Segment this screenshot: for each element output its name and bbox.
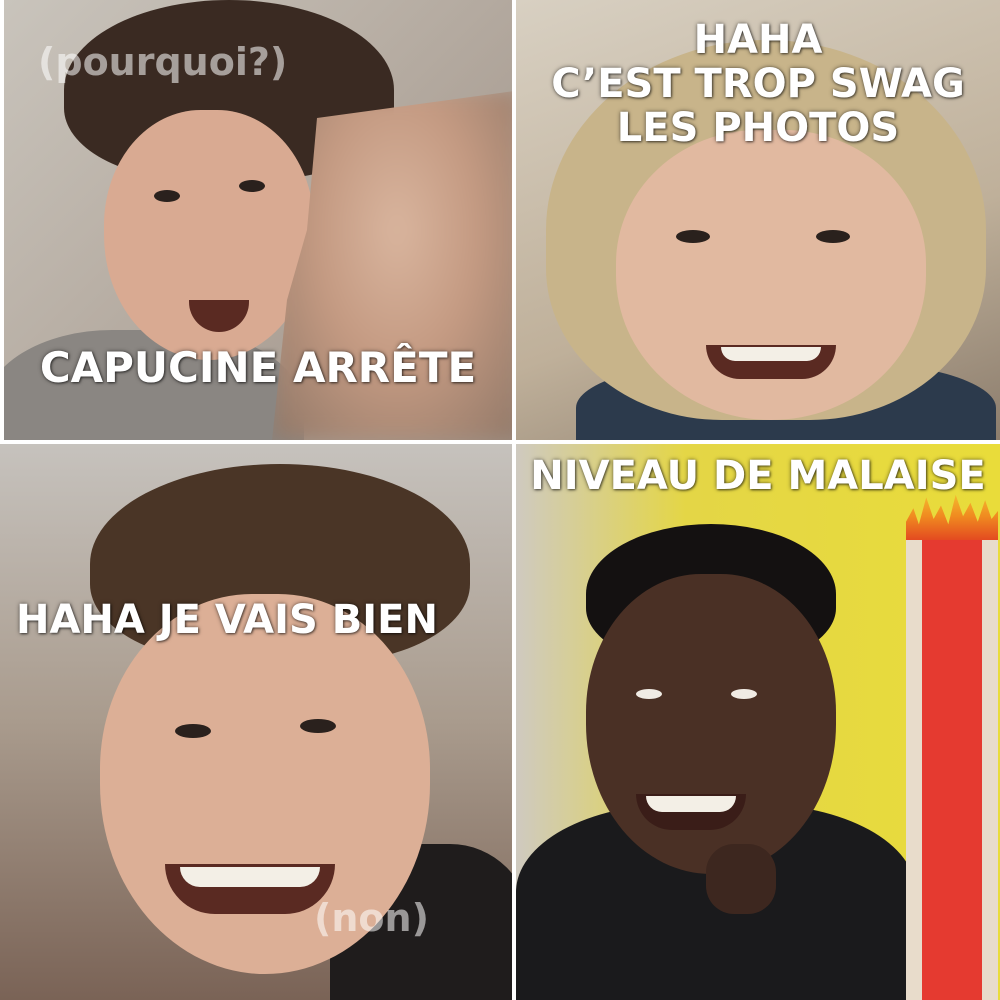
caption-haha-swag: HAHA C’EST TROP SWAG LES PHOTOS: [516, 18, 1000, 150]
eye: [239, 180, 265, 192]
panel-bottom-right: NIVEAU DE MALAISE: [516, 444, 1000, 1000]
malaise-gauge-fill: [922, 540, 982, 1000]
eye: [300, 719, 336, 733]
caption-niveau-de-malaise: NIVEAU DE MALAISE: [530, 453, 986, 499]
eye: [816, 230, 850, 243]
aside-caption-non: (non): [314, 896, 429, 940]
eye: [636, 689, 662, 699]
caption-line-1: HAHA: [693, 17, 823, 63]
panel-bottom-left: HAHA JE VAIS BIEN (non): [0, 444, 512, 1000]
teeth: [721, 347, 821, 361]
eye: [731, 689, 757, 699]
caption-line-3: LES PHOTOS: [616, 105, 900, 151]
caption-capucine-arrete: CAPUCINE ARRÊTE: [39, 343, 477, 392]
caption-line-2: C’EST TROP SWAG: [551, 61, 965, 107]
eye: [175, 724, 211, 738]
hand: [706, 844, 776, 914]
meme-image: (pourquoi?) CAPUCINE ARRÊTE HAHA C’EST T…: [0, 0, 1000, 1000]
eye: [154, 190, 180, 202]
teeth: [646, 796, 736, 812]
flames-icon: [906, 494, 998, 546]
teeth: [180, 867, 320, 887]
caption-haha-je-vais-bien: HAHA JE VAIS BIEN: [16, 597, 438, 643]
malaise-gauge: [906, 540, 998, 1000]
eye: [676, 230, 710, 243]
aside-caption-pourquoi: (pourquoi?): [38, 40, 288, 84]
panel-top-right: HAHA C’EST TROP SWAG LES PHOTOS: [516, 0, 1000, 440]
panel-top-left: (pourquoi?) CAPUCINE ARRÊTE: [4, 0, 512, 440]
